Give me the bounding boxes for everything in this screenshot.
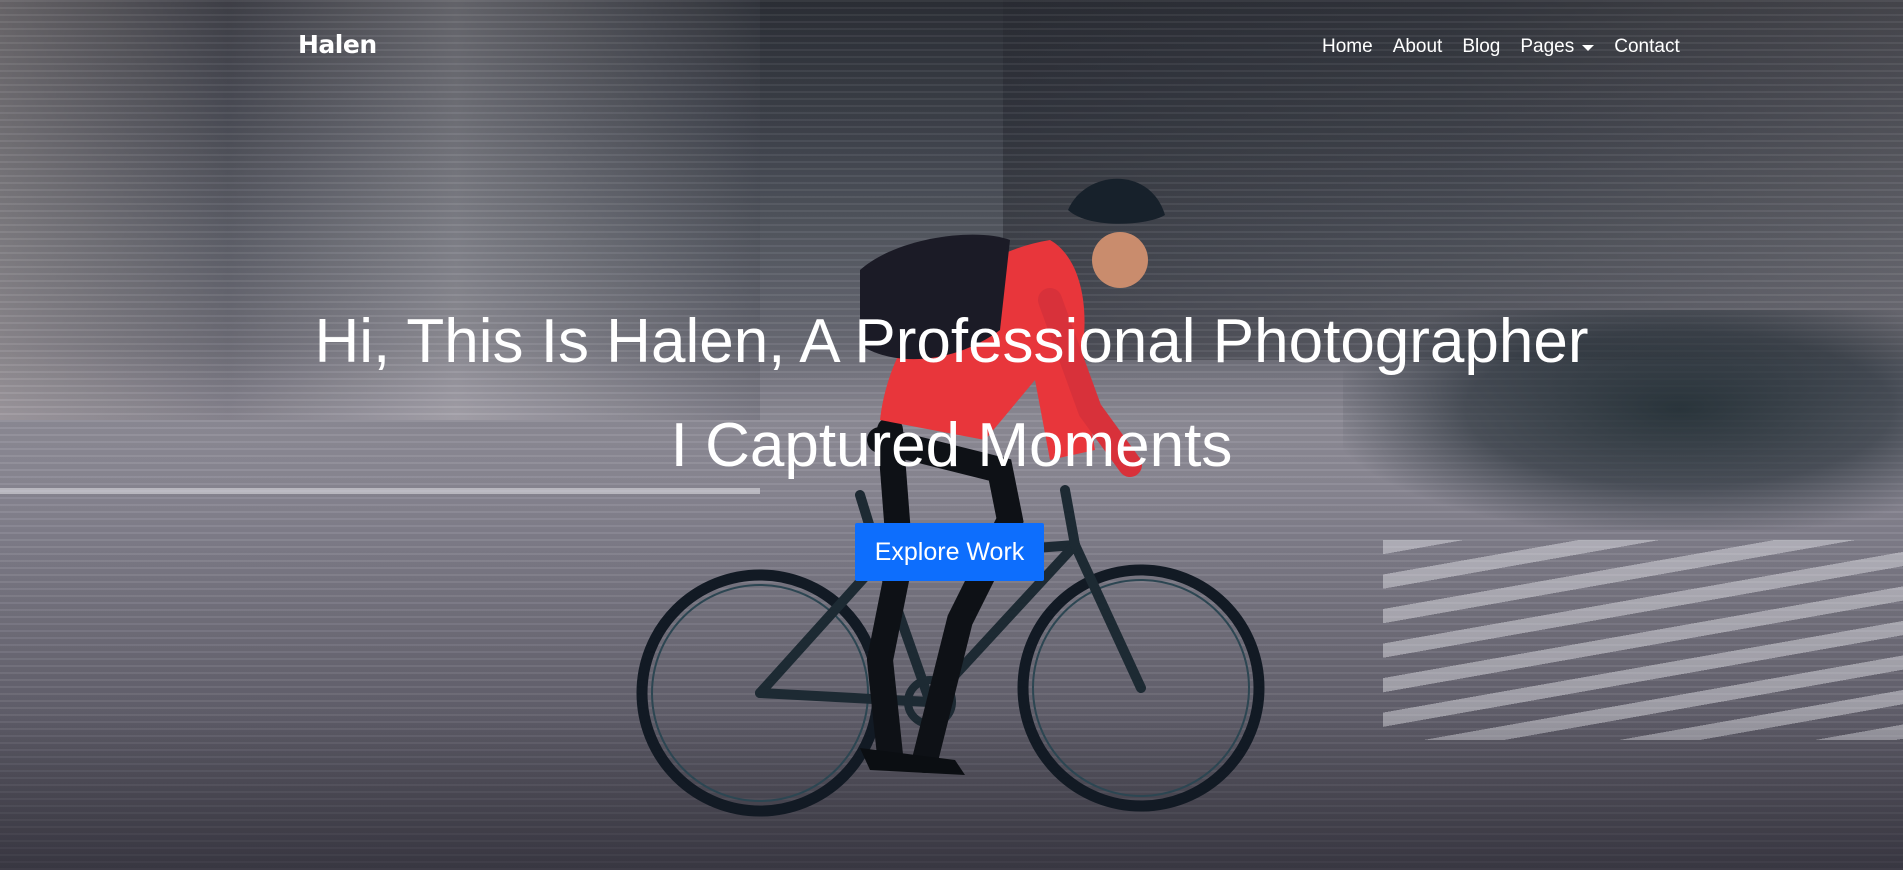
hero-subline: I Captured Moments	[670, 411, 1233, 480]
main-nav: Home About Blog Pages Contact	[1322, 36, 1690, 58]
rider-face	[1092, 232, 1148, 288]
nav-blog[interactable]: Blog	[1452, 36, 1510, 58]
top-navbar: Halen Home About Blog Pages Contact	[0, 0, 1903, 96]
nav-about[interactable]: About	[1383, 36, 1453, 58]
nav-pages-dropdown[interactable]: Pages	[1510, 36, 1604, 58]
nav-contact[interactable]: Contact	[1604, 36, 1689, 58]
explore-work-button[interactable]: Explore Work	[855, 523, 1044, 581]
nav-pages-label: Pages	[1520, 36, 1575, 57]
rider-helmet	[1068, 178, 1165, 224]
nav-home[interactable]: Home	[1322, 36, 1383, 58]
hero-headline: Hi, This Is Halen, A Professional Photog…	[314, 307, 1589, 376]
brand-logo[interactable]: Halen	[298, 30, 377, 59]
caret-down-icon	[1582, 45, 1595, 51]
